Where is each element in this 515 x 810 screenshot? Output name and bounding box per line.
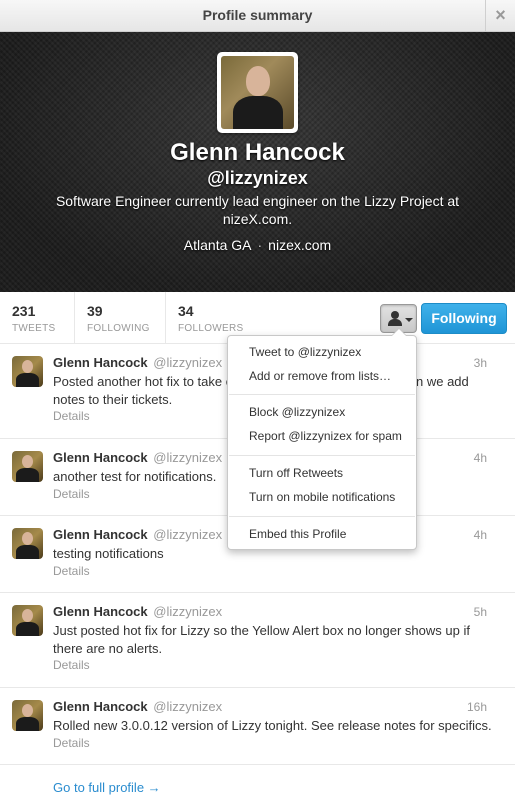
tweet-time[interactable]: 4h — [474, 528, 487, 542]
menu-item-tweet-to[interactable]: Tweet to @lizzynizex — [228, 341, 416, 363]
meta-separator: · — [257, 237, 263, 253]
tweet-text-line1: Posted another hot fix to take ca — [53, 374, 240, 389]
profile-name[interactable]: Glenn Hancock — [0, 139, 515, 167]
dialog-titlebar: Profile summary × — [0, 0, 515, 32]
stat-followers-count: 34 — [178, 303, 194, 319]
menu-item-lists[interactable]: Add or remove from lists… — [228, 365, 416, 387]
menu-divider — [229, 516, 415, 517]
stat-tweets[interactable]: 231 TWEETS — [0, 292, 75, 344]
tweet-details-link[interactable]: Details — [53, 658, 90, 672]
tweet-author-handle: @lizzynizex — [153, 527, 223, 542]
tweet-avatar[interactable] — [12, 700, 43, 731]
stat-following[interactable]: 39 FOLLOWING — [75, 292, 166, 344]
user-actions-menu: Tweet to @lizzynizex Add or remove from … — [227, 328, 417, 550]
tweet-header: Glenn Hancock @lizzynizex — [53, 604, 222, 619]
tweet-time[interactable]: 5h — [474, 605, 487, 619]
tweet-text: Rolled new 3.0.0.12 version of Lizzy ton… — [53, 718, 492, 733]
tweet-time[interactable]: 3h — [474, 356, 487, 370]
user-icon — [388, 311, 402, 326]
stat-tweets-label: TWEETS — [12, 323, 56, 334]
profile-bio: Software Engineer currently lead enginee… — [55, 193, 460, 227]
tweet-avatar[interactable] — [12, 605, 43, 636]
tweet-author-handle: @lizzynizex — [153, 450, 223, 465]
tweet-author-handle: @lizzynizex — [153, 604, 223, 619]
profile-location: Atlanta GA — [183, 237, 252, 253]
close-icon[interactable]: × — [485, 0, 515, 32]
tweet-avatar[interactable] — [12, 356, 43, 387]
profile-meta: Atlanta GA · nizex.com — [0, 237, 515, 253]
tweet-details-link[interactable]: Details — [53, 409, 90, 423]
tweet-header: Glenn Hancock @lizzynizex — [53, 699, 222, 714]
profile-handle: @lizzynizex — [207, 168, 308, 188]
tweet-author-name[interactable]: Glenn Hancock — [53, 604, 148, 619]
tweet-author-name[interactable]: Glenn Hancock — [53, 527, 148, 542]
stat-following-count: 39 — [87, 303, 103, 319]
chevron-down-icon — [405, 318, 413, 322]
tweet-item[interactable]: Glenn Hancock @lizzynizex 5h Just posted… — [0, 593, 515, 688]
menu-caret-fill — [392, 329, 406, 336]
stat-following-label: FOLLOWING — [87, 323, 150, 334]
menu-item-retweets[interactable]: Turn off Retweets — [228, 462, 416, 484]
tweet-text-line1-tail: n we add — [416, 374, 469, 389]
tweet-avatar[interactable] — [12, 528, 43, 559]
dialog-title: Profile summary — [202, 7, 313, 23]
menu-item-mobile-notifications[interactable]: Turn on mobile notifications — [228, 486, 416, 508]
tweet-author-name[interactable]: Glenn Hancock — [53, 355, 148, 370]
menu-item-report-spam[interactable]: Report @lizzynizex for spam — [228, 425, 416, 447]
profile-website-link[interactable]: nizex.com — [268, 237, 331, 253]
tweet-item[interactable]: Glenn Hancock @lizzynizex 16h Rolled new… — [0, 688, 515, 765]
tweet-header: Glenn Hancock @lizzynizex — [53, 527, 222, 542]
tweet-time[interactable]: 4h — [474, 451, 487, 465]
tweet-text-line2: notes to their tickets. — [53, 392, 173, 407]
avatar-photo — [221, 56, 294, 129]
tweet-header: Glenn Hancock @lizzynizex — [53, 450, 222, 465]
profile-avatar[interactable] — [217, 52, 298, 133]
tweet-author-name[interactable]: Glenn Hancock — [53, 699, 148, 714]
menu-divider — [229, 455, 415, 456]
menu-item-embed[interactable]: Embed this Profile — [228, 523, 416, 545]
full-profile-link[interactable]: Go to full profile → — [53, 780, 161, 795]
tweet-header: Glenn Hancock @lizzynizex — [53, 355, 222, 370]
stat-tweets-count: 231 — [12, 303, 36, 319]
tweet-details-link[interactable]: Details — [53, 487, 90, 501]
tweet-time[interactable]: 16h — [467, 700, 487, 714]
tweet-author-handle: @lizzynizex — [153, 355, 223, 370]
menu-item-block[interactable]: Block @lizzynizex — [228, 401, 416, 423]
tweet-text: Just posted hot fix for Lizzy so the Yel… — [53, 623, 470, 656]
profile-header: Glenn Hancock @lizzynizex Software Engin… — [0, 32, 515, 292]
tweet-author-handle: @lizzynizex — [153, 699, 223, 714]
following-button[interactable]: Following — [421, 303, 507, 334]
menu-divider — [229, 394, 415, 395]
tweet-author-name[interactable]: Glenn Hancock — [53, 450, 148, 465]
tweet-avatar[interactable] — [12, 451, 43, 482]
tweet-details-link[interactable]: Details — [53, 736, 90, 750]
stat-followers-label: FOLLOWERS — [178, 323, 244, 334]
tweet-details-link[interactable]: Details — [53, 564, 90, 578]
